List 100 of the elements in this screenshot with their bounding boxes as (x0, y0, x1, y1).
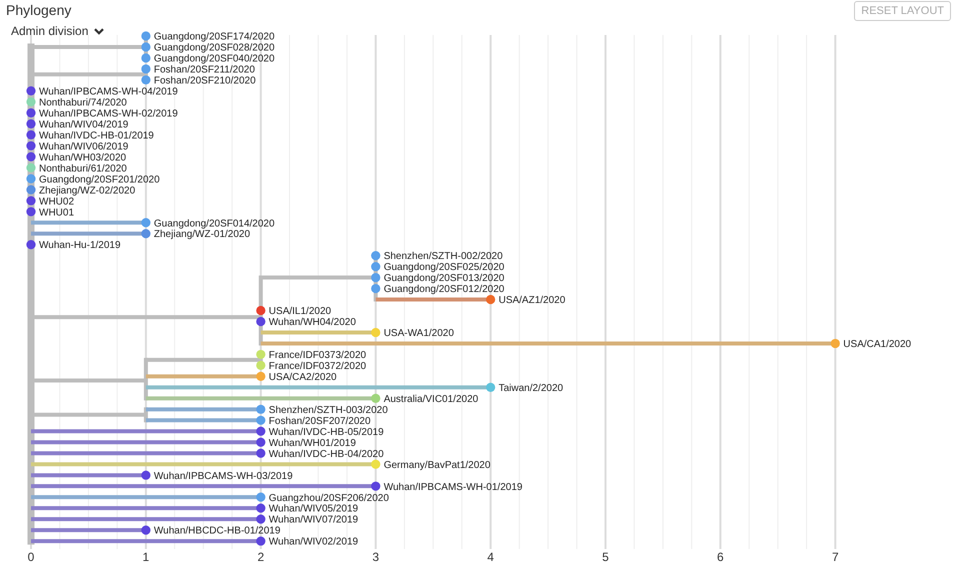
tip-dot[interactable] (371, 460, 380, 469)
tip-label: Nonthaburi/74/2020 (39, 97, 127, 108)
tip-dot[interactable] (141, 64, 150, 74)
tip-label: Guangdong/20SF174/2020 (154, 32, 275, 43)
tip-label: Foshan/20SF210/2020 (154, 76, 256, 87)
color-by-dropdown[interactable]: Admin division (11, 24, 104, 38)
axis-tick-label: 5 (602, 550, 609, 564)
tip-dot[interactable] (256, 416, 266, 425)
tip-label: WHU02 (39, 196, 74, 208)
tip-label: Wuhan-Hu-1/2019 (39, 240, 121, 252)
tip-label: Wuhan/IPBCAMS-WH-04/2019 (39, 86, 178, 98)
tip-label: Wuhan/WIV06/2019 (39, 141, 128, 152)
tip-dot[interactable] (256, 306, 266, 316)
axis-tick-label: 4 (487, 550, 494, 564)
tip-dot[interactable] (141, 526, 150, 535)
tip-dot[interactable] (371, 394, 380, 403)
tip-label: France/IDF0373/2020 (268, 350, 366, 362)
tip-label: Zhejiang/WZ-02/2020 (39, 185, 136, 196)
tip-label: Wuhan/WH03/2020 (39, 152, 126, 164)
tip-dot[interactable] (256, 426, 266, 436)
tip-label: France/IDF0372/2020 (268, 361, 366, 372)
tip-label: Guangdong/20SF201/2020 (39, 174, 160, 186)
tip-label: Guangdong/20SF013/2020 (384, 273, 504, 284)
tip-dot[interactable] (26, 108, 36, 118)
tip-dot[interactable] (141, 53, 150, 63)
tip-dot[interactable] (371, 251, 380, 260)
tip-label: Wuhan/IPBCAMS-WH-01/2019 (384, 482, 522, 493)
tip-label: USA/CA1/2020 (843, 339, 912, 350)
tip-label: Guangzhou/20SF206/2020 (268, 492, 389, 504)
tip-label: Guangdong/20SF028/2020 (154, 42, 275, 54)
tip-dot[interactable] (256, 448, 266, 458)
panel-title: Phylogeny (6, 2, 72, 18)
tip-dot[interactable] (141, 470, 150, 480)
tip-dot[interactable] (256, 492, 266, 502)
tip-dot[interactable] (141, 229, 150, 238)
tip-dot[interactable] (26, 141, 36, 150)
tip-label: Wuhan/IPBCAMS-WH-02/2019 (39, 108, 178, 120)
tip-dot[interactable] (141, 218, 150, 228)
tip-dot[interactable] (26, 130, 36, 140)
tip-dot[interactable] (256, 514, 266, 524)
tip-dot[interactable] (371, 284, 380, 294)
tip-label: Foshan/20SF211/2020 (154, 64, 255, 76)
tip-label: Wuhan/WH04/2020 (268, 317, 356, 328)
tip-dot[interactable] (26, 163, 36, 172)
tip-dot[interactable] (256, 316, 266, 326)
tip-label: Zhejiang/WZ-01/2020 (154, 229, 250, 240)
tip-label: Wuhan/HBCDC-HB-01/2019 (154, 526, 280, 537)
tip-dot[interactable] (486, 294, 496, 304)
tip-dot[interactable] (256, 360, 266, 370)
tip-dot[interactable] (141, 31, 150, 41)
tip-label: USA/AZ1/2020 (498, 295, 566, 306)
tip-dot[interactable] (256, 350, 266, 360)
tip-dot[interactable] (371, 272, 380, 282)
tip-label: Shenzhen/SZTH-003/2020 (268, 404, 388, 416)
axis-tick-label: 1 (142, 550, 150, 564)
tip-label: Germany/BavPat1/2020 (384, 460, 490, 471)
tip-label: Wuhan/IPBCAMS-WH-03/2019 (154, 470, 293, 482)
tip-label: Wuhan/WIV02/2019 (268, 536, 358, 548)
axis-tick-label: 2 (257, 550, 264, 564)
tip-dot[interactable] (26, 185, 36, 194)
axis-tick-label: 3 (372, 550, 380, 564)
tip-label: Wuhan/IVDC-HB-01/2019 (39, 130, 154, 142)
tip-label: Foshan/20SF207/2020 (268, 416, 371, 427)
tip-dot[interactable] (256, 504, 266, 513)
tip-dot[interactable] (256, 404, 266, 414)
tip-dot[interactable] (26, 174, 36, 184)
tip-dot[interactable] (486, 382, 496, 392)
tip-label: Guangdong/20SF012/2020 (384, 284, 504, 296)
tip-label: Wuhan/WH01/2019 (268, 438, 356, 449)
tip-dot[interactable] (256, 372, 266, 381)
tip-label: Nonthaburi/61/2020 (39, 163, 127, 174)
tip-label: Wuhan/WIV07/2019 (268, 514, 358, 526)
axis-tick-label: 7 (832, 550, 839, 564)
tip-dot[interactable] (141, 75, 150, 85)
tip-label: Guangdong/20SF014/2020 (154, 218, 275, 230)
tip-label: USA/IL1/2020 (268, 306, 332, 318)
chevron-down-icon (94, 28, 104, 34)
tip-dot[interactable] (26, 86, 36, 96)
tip-dot[interactable] (371, 328, 380, 338)
tip-label: USA-WA1/2020 (384, 328, 454, 340)
tip-dot[interactable] (141, 42, 150, 52)
tip-label: USA/CA2/2020 (268, 372, 337, 383)
tip-dot[interactable] (26, 152, 36, 162)
axis-tick-label: 0 (28, 550, 34, 564)
tip-dot[interactable] (371, 262, 380, 272)
tip-label: Guangdong/20SF040/2020 (154, 54, 275, 65)
tip-label: Wuhan/IVDC-HB-05/2019 (268, 426, 384, 438)
tip-dot[interactable] (371, 482, 380, 491)
tip-dot[interactable] (26, 119, 36, 128)
tip-dot[interactable] (26, 97, 36, 106)
tip-dot[interactable] (256, 438, 266, 447)
tip-dot[interactable] (830, 338, 840, 348)
tip-dot[interactable] (26, 207, 36, 216)
tip-dot[interactable] (256, 536, 266, 546)
tip-dot[interactable] (26, 196, 36, 206)
tip-label: Taiwan/2/2020 (498, 382, 564, 394)
tip-label: Guangdong/20SF025/2020 (384, 262, 504, 274)
axis-tick-label: 6 (717, 550, 724, 564)
tip-dot[interactable] (26, 240, 36, 250)
tip-label: WHU01 (39, 207, 74, 218)
